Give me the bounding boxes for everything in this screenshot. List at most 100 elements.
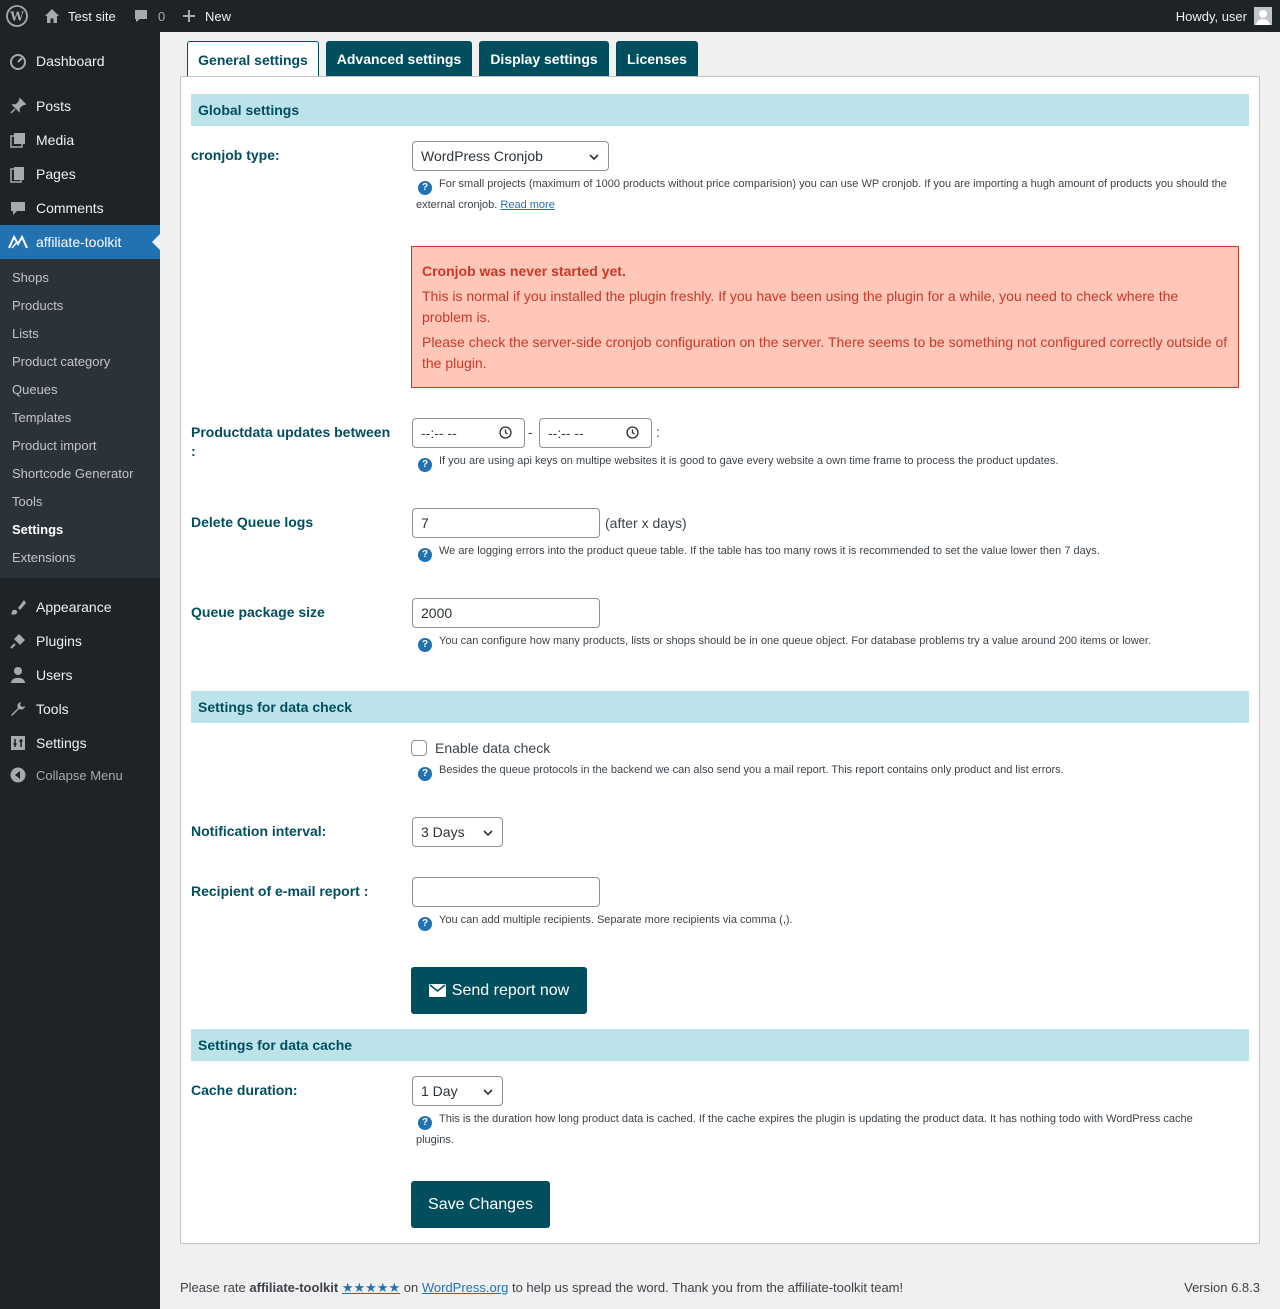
brush-icon: [0, 598, 36, 616]
cronjob-type-select[interactable]: WordPress Cronjob: [412, 141, 609, 171]
menu-tools[interactable]: Tools: [0, 692, 160, 726]
queue-package-size-input[interactable]: 2000: [412, 598, 600, 628]
notification-interval-value: 3 Days: [421, 824, 465, 840]
menu-plugins[interactable]: Plugins: [0, 624, 160, 658]
user-icon: [0, 666, 36, 684]
delete-logs-help-text: We are logging errors into the product q…: [439, 545, 1100, 557]
submenu-shops[interactable]: Shops: [12, 268, 49, 288]
time-placeholder: --:-- --: [421, 425, 457, 441]
new-content-link[interactable]: New: [182, 0, 231, 32]
pin-icon: [0, 97, 36, 115]
help-icon: ?: [418, 638, 432, 652]
admin-bar: W Test site 0 New Howdy, user: [0, 0, 1280, 32]
submenu-products[interactable]: Products: [12, 296, 63, 316]
delete-queue-logs-label: Delete Queue logs: [191, 514, 314, 530]
submenu-lists[interactable]: Lists: [12, 324, 39, 344]
submenu-shortcode-generator[interactable]: Shortcode Generator: [12, 464, 133, 484]
menu-users[interactable]: Users: [0, 658, 160, 692]
menu-label: Settings: [36, 735, 87, 751]
cronjob-help-text: For small projects (maximum of 1000 prod…: [439, 178, 1227, 190]
submenu-extensions[interactable]: Extensions: [12, 548, 76, 568]
alert-line-1: This is normal if you installed the plug…: [422, 288, 1179, 325]
menu-label: Users: [36, 667, 73, 683]
menu-pages[interactable]: Pages: [0, 157, 160, 191]
tab-advanced-settings[interactable]: Advanced settings: [326, 41, 472, 76]
affiliate-toolkit-submenu: Shops Products Lists Product category Qu…: [0, 259, 160, 578]
menu-label: affiliate-toolkit: [36, 234, 122, 250]
svg-text:W: W: [9, 10, 24, 24]
send-report-label: Send report now: [451, 981, 570, 999]
footer-plugin-name: affiliate-toolkit: [249, 1280, 339, 1295]
cronjob-warning: Cronjob was never started yet. This is n…: [411, 246, 1239, 388]
tab-licenses[interactable]: Licenses: [616, 41, 698, 76]
help-icon: ?: [418, 767, 432, 781]
menu-dashboard[interactable]: Dashboard: [0, 44, 160, 78]
read-more-link[interactable]: Read more: [500, 199, 554, 211]
site-name-link[interactable]: Test site: [44, 0, 116, 32]
submenu-queues[interactable]: Queues: [12, 380, 58, 400]
chevron-down-icon: [588, 150, 600, 166]
queue-size-help-text: You can configure how many products, lis…: [439, 635, 1151, 647]
wordpress-logo-icon[interactable]: W: [6, 0, 28, 32]
alert-title: Cronjob was never started yet.: [422, 263, 626, 279]
envelope-icon: [428, 984, 446, 997]
menu-appearance[interactable]: Appearance: [0, 590, 160, 624]
rating-stars-link[interactable]: ★★★★★: [342, 1280, 400, 1295]
home-icon: [44, 8, 60, 24]
collapse-menu-button[interactable]: Collapse Menu: [0, 758, 160, 792]
submenu-templates[interactable]: Templates: [12, 408, 71, 428]
save-changes-button[interactable]: Save Changes: [411, 1181, 550, 1228]
update-end-time-input[interactable]: --:-- --: [539, 418, 652, 448]
menu-label: Dashboard: [36, 53, 105, 69]
submenu-product-import[interactable]: Product import: [12, 436, 97, 456]
recipient-help: ? You can add multiple recipients. Separa…: [416, 910, 1246, 931]
greeting: Howdy, user: [1175, 8, 1247, 24]
cache-duration-select[interactable]: 1 Day: [412, 1076, 503, 1106]
updates-help-text: If you are using api keys on multipe web…: [439, 455, 1059, 467]
menu-media[interactable]: Media: [0, 123, 160, 157]
send-report-button[interactable]: Send report now: [411, 967, 587, 1014]
menu-label: Appearance: [36, 599, 112, 615]
tab-display-settings[interactable]: Display settings: [479, 41, 609, 76]
help-icon: ?: [418, 181, 432, 195]
comments-count: 0: [158, 8, 166, 24]
update-start-time-input[interactable]: --:-- --: [412, 418, 525, 448]
chevron-down-icon: [482, 826, 494, 842]
menu-label: Plugins: [36, 633, 82, 649]
help-icon: ?: [418, 548, 432, 562]
media-icon: [0, 131, 36, 149]
menu-affiliate-toolkit[interactable]: affiliate-toolkit: [0, 225, 160, 259]
my-account[interactable]: Howdy, user: [1176, 0, 1272, 32]
menu-label: Pages: [36, 166, 76, 182]
submenu-tools[interactable]: Tools: [12, 492, 42, 512]
help-icon: ?: [418, 458, 432, 472]
menu-posts[interactable]: Posts: [0, 89, 160, 123]
tab-general-settings[interactable]: General settings: [187, 41, 319, 77]
clock-icon: [499, 426, 512, 442]
settings-icon: [0, 734, 36, 752]
delete-logs-suffix: (after x days): [605, 515, 687, 531]
new-label: New: [205, 8, 232, 24]
section-global-settings: Global settings: [191, 94, 1249, 126]
menu-settings[interactable]: Settings: [0, 726, 160, 760]
notification-interval-select[interactable]: 3 Days: [412, 817, 503, 847]
queue-package-size-label: Queue package size: [191, 604, 325, 620]
time-separator: -: [528, 424, 533, 440]
current-menu-arrow: [152, 234, 160, 250]
wrench-icon: [0, 700, 36, 718]
comments-link[interactable]: 0: [133, 0, 165, 32]
submenu-settings[interactable]: Settings: [12, 520, 63, 540]
enable-data-check-label[interactable]: Enable data check: [435, 740, 550, 756]
enable-data-check-checkbox[interactable]: [411, 740, 427, 756]
menu-comments[interactable]: Comments: [0, 191, 160, 225]
submenu-product-category[interactable]: Product category: [12, 352, 110, 372]
menu-label: Media: [36, 132, 75, 148]
collapse-icon: [0, 767, 36, 783]
wordpress-org-link[interactable]: WordPress.org: [422, 1280, 508, 1295]
delete-queue-logs-input[interactable]: 7: [412, 508, 600, 538]
cache-duration-label: Cache duration:: [191, 1082, 298, 1098]
cache-help-text-2: plugins.: [416, 1134, 454, 1146]
recipient-email-input[interactable]: [412, 877, 600, 907]
pages-icon: [0, 165, 36, 183]
site-name: Test site: [68, 8, 116, 24]
